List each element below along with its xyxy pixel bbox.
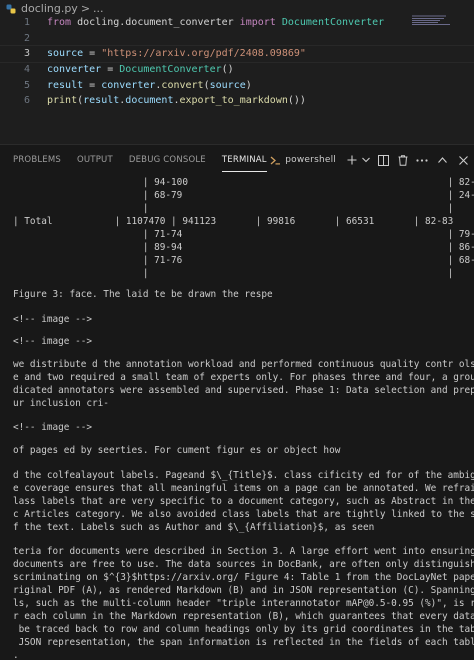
code-text[interactable]: print(result.document.export_to_markdown… bbox=[47, 93, 306, 109]
shell-name[interactable]: powershell bbox=[285, 155, 336, 165]
tab-terminal[interactable]: TERMINAL bbox=[214, 145, 275, 175]
breadcrumb-separator: > bbox=[80, 2, 91, 15]
code-token: ()) bbox=[287, 95, 306, 107]
code-token: source bbox=[47, 48, 90, 60]
close-panel-icon[interactable] bbox=[452, 145, 474, 175]
terminal-line: documents are free to use. The data sour… bbox=[13, 559, 474, 570]
terminal-line: Figure 3: face. The laid te be drawn the… bbox=[13, 289, 273, 300]
line-number: 5 bbox=[23, 79, 30, 91]
code-token: converter bbox=[101, 79, 156, 91]
tab-problems[interactable]: PROBLEMS bbox=[0, 145, 69, 175]
code-token: converter bbox=[47, 64, 108, 76]
terminal-line: | | bbox=[13, 203, 454, 214]
code-line[interactable]: 6 print(result.document.export_to_markdow… bbox=[0, 93, 474, 109]
code-token: ) bbox=[245, 79, 252, 91]
code-token: from bbox=[47, 17, 78, 28]
code-token: = bbox=[89, 48, 102, 60]
terminal-line: lass labels that are very specific to a … bbox=[13, 496, 474, 507]
code-token: import bbox=[239, 17, 282, 28]
trash-icon[interactable] bbox=[394, 145, 412, 175]
terminal-line: <!-- image --> bbox=[13, 336, 93, 347]
panel-tab-bar: PROBLEMS OUTPUT DEBUG CONSOLE TERMINAL p… bbox=[0, 145, 474, 175]
code-token: "https://arxiv.org/pdf/2408.09869" bbox=[101, 48, 306, 60]
split-terminal-icon[interactable] bbox=[372, 145, 394, 175]
code-token: = bbox=[107, 64, 120, 76]
terminal-line: be traced back to row and column heading… bbox=[18, 624, 474, 635]
tab-debug-console[interactable]: DEBUG CONSOLE bbox=[121, 145, 214, 175]
terminal-line: c Articles category. We also avoided cla… bbox=[13, 509, 474, 520]
code-text[interactable]: from docling.document_converter import D… bbox=[47, 15, 384, 31]
code-lines[interactable]: 1 from docling.document_converter import … bbox=[0, 15, 474, 109]
code-token: DocumentConverter bbox=[281, 17, 385, 28]
code-token: convert bbox=[161, 79, 204, 91]
chevron-down-icon[interactable] bbox=[360, 145, 372, 175]
terminal-line: <!-- image --> bbox=[13, 314, 93, 325]
code-token: source bbox=[209, 79, 246, 91]
terminal-line: | 68-79 | 24-56 bbox=[13, 190, 474, 201]
code-text[interactable]: converter = DocumentConverter() bbox=[47, 62, 234, 78]
python-file-icon bbox=[6, 4, 16, 13]
more-actions-icon[interactable] bbox=[412, 145, 432, 175]
code-token: docling.document_converter bbox=[77, 17, 240, 28]
code-token: () bbox=[221, 64, 234, 76]
terminal-line: ur inclusion cri- bbox=[13, 398, 109, 409]
tab-output[interactable]: OUTPUT bbox=[69, 145, 121, 175]
terminal-line: | Total | 1107470 | 941123 | 99816 | 665… bbox=[13, 216, 454, 227]
terminal-icon bbox=[268, 145, 282, 175]
line-number: 6 bbox=[23, 95, 30, 107]
code-token: result bbox=[47, 79, 90, 91]
terminal-line: . bbox=[13, 650, 19, 660]
code-token: result bbox=[83, 95, 120, 107]
terminal-line: e and two required a small team of exper… bbox=[13, 372, 474, 383]
code-line[interactable]: 4 converter = DocumentConverter() bbox=[0, 62, 474, 78]
terminal-line: e coverage ensures that all meaningful i… bbox=[13, 483, 474, 494]
terminal-line: | 71-76 | 68-85 bbox=[13, 255, 474, 266]
breadcrumb-symbol[interactable]: ... bbox=[93, 2, 104, 15]
terminal-line: dicated annotators were assembled and su… bbox=[13, 385, 474, 396]
terminal-line: teria for documents were described in Se… bbox=[13, 546, 474, 557]
terminal-line: | 71-74 | 79-81 bbox=[13, 229, 474, 240]
code-line[interactable]: 3 source = "https://arxiv.org/pdf/2408.09… bbox=[0, 45, 474, 64]
code-text[interactable]: result = converter.convert(source) bbox=[47, 78, 252, 94]
terminal-line: d the colfealayout labels. Pageand $\_{T… bbox=[13, 470, 474, 481]
code-token: DocumentConverter bbox=[119, 64, 222, 76]
terminal-line: <!-- image --> bbox=[13, 422, 93, 433]
terminal-line: JSON representation, the span informatio… bbox=[18, 637, 474, 648]
terminal-line: | 89-94 | 86-91 bbox=[13, 242, 474, 253]
code-line[interactable]: 1 from docling.document_converter import … bbox=[0, 15, 474, 31]
code-token: = bbox=[89, 79, 102, 91]
code-line[interactable]: 2 bbox=[0, 31, 474, 47]
terminal-line: we distribute d the annotation workload … bbox=[13, 359, 474, 370]
line-number: 1 bbox=[23, 17, 30, 28]
code-editor[interactable]: docling.py > ... 1 from docling.document_… bbox=[0, 0, 474, 143]
terminal-line: riginal PDF (A), as rendered Markdown (B… bbox=[13, 585, 474, 596]
terminal-line: ls, such as the multi-column header "tri… bbox=[13, 598, 474, 609]
terminal-output[interactable]: | 94-100 | 82-96 | 68-79 | 24-56 | | | T… bbox=[0, 176, 474, 660]
terminal-line: | | bbox=[13, 268, 454, 279]
line-number: 3 bbox=[23, 48, 30, 60]
line-number: 4 bbox=[23, 64, 30, 76]
terminal-line: r each column in the Markdown representa… bbox=[13, 611, 474, 622]
terminal-line: f the text. Labels such as Author and $\… bbox=[13, 522, 375, 533]
terminal-toolbar: powershell bbox=[268, 145, 474, 175]
bottom-panel: PROBLEMS OUTPUT DEBUG CONSOLE TERMINAL p… bbox=[0, 144, 474, 660]
code-token: print bbox=[47, 95, 78, 107]
line-number: 2 bbox=[23, 32, 30, 44]
terminal-line: of pages ed by seerties. For cument figu… bbox=[13, 445, 341, 456]
breadcrumb-file[interactable]: docling.py bbox=[21, 2, 78, 15]
code-text[interactable]: source = "https://arxiv.org/pdf/2408.098… bbox=[47, 46, 306, 62]
terminal-line: | 94-100 | 82-96 bbox=[13, 177, 474, 188]
code-line[interactable]: 5 result = converter.convert(source) bbox=[0, 78, 474, 94]
code-token: export_to_markdown bbox=[179, 95, 288, 107]
maximize-panel-icon[interactable] bbox=[432, 145, 452, 175]
terminal-line: scriminating on $^{3}$https://arxiv.org/… bbox=[13, 572, 474, 583]
code-token: document bbox=[125, 95, 174, 107]
add-terminal-icon[interactable] bbox=[344, 145, 360, 175]
